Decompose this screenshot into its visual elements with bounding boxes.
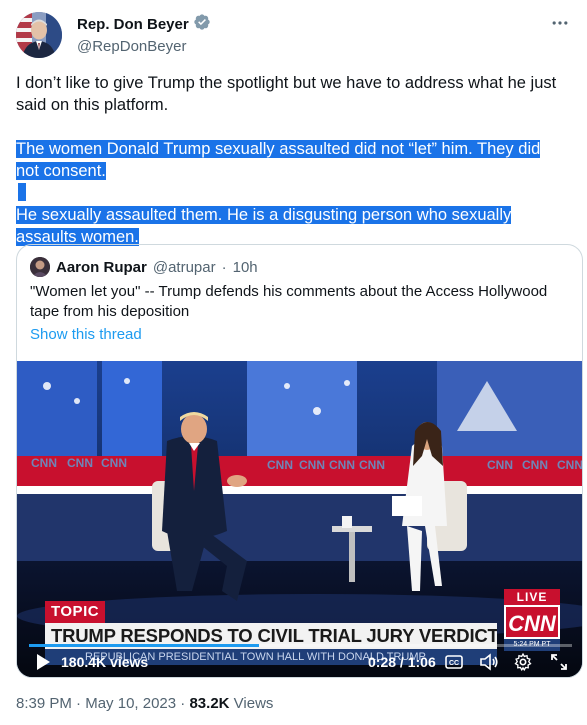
- tweet-paragraph-3: He sexually assaulted them. He is a disg…: [16, 204, 576, 248]
- selected-text-line: not consent.: [16, 162, 106, 180]
- captions-icon: CC: [445, 655, 463, 669]
- more-horizontal-icon: [552, 21, 568, 25]
- tweet-intro: I don’t like to give Trump the spotlight…: [16, 74, 557, 114]
- quote-author-avatar[interactable]: [30, 257, 50, 277]
- tweet-text: I don’t like to give Trump the spotlight…: [16, 72, 576, 248]
- tweet-views-count[interactable]: 83.2K: [189, 695, 229, 712]
- svg-text:CNN: CNN: [31, 456, 57, 470]
- author-handle[interactable]: @RepDonBeyer: [77, 37, 211, 57]
- svg-text:CNN: CNN: [267, 458, 293, 472]
- svg-text:CNN: CNN: [101, 456, 127, 470]
- time-total: 1:06: [407, 654, 436, 670]
- tweet-date[interactable]: May 10, 2023: [85, 695, 176, 712]
- tweet-views-label: Views: [233, 695, 274, 712]
- svg-text:CNN: CNN: [329, 458, 355, 472]
- quote-text: "Women let you" -- Trump defends his com…: [30, 283, 548, 320]
- network-logo: CNN: [504, 605, 560, 639]
- svg-text:CNN: CNN: [359, 458, 385, 472]
- svg-text:CNN: CNN: [487, 458, 513, 472]
- quoted-tweet[interactable]: Aaron Rupar @atrupar · 10h "Women let yo…: [16, 244, 583, 678]
- selected-text-line: He sexually assaulted them. He is a disg…: [16, 206, 512, 224]
- captions-button[interactable]: CC: [443, 649, 465, 675]
- volume-icon: [480, 653, 498, 671]
- live-label: LIVE: [504, 589, 560, 605]
- fullscreen-button[interactable]: [548, 649, 570, 675]
- verified-badge-icon: [193, 13, 211, 36]
- quote-author-handle[interactable]: @atrupar: [153, 259, 216, 276]
- play-icon: [37, 654, 50, 670]
- meta-dot: ·: [71, 695, 86, 712]
- svg-text:CNN: CNN: [299, 458, 325, 472]
- video-controls: 180.4K views 0:28 / 1:06 CC: [17, 647, 582, 677]
- more-options-button[interactable]: [549, 12, 571, 34]
- video-player[interactable]: CNN CNN CNN CNN CNN CNN CNN CNN CNN CNN: [17, 361, 583, 677]
- settings-button[interactable]: [512, 649, 534, 675]
- settings-icon: [514, 652, 532, 672]
- video-view-count: 180.4K views: [61, 654, 149, 670]
- chyron-topic: TOPIC: [45, 601, 106, 623]
- svg-text:CNN: CNN: [557, 458, 583, 472]
- svg-text:CNN: CNN: [522, 458, 548, 472]
- svg-text:CC: CC: [449, 660, 459, 667]
- author-display-name[interactable]: Rep. Don Beyer: [77, 15, 189, 35]
- time-current: 0:28: [368, 654, 397, 670]
- video-timecode: 0:28 / 1:06: [368, 652, 436, 672]
- quote-author-name[interactable]: Aaron Rupar: [56, 259, 147, 276]
- tweet-paragraph-2: The women Donald Trump sexually assaulte…: [16, 138, 576, 182]
- tweet-header: Rep. Don Beyer @RepDonBeyer: [16, 12, 571, 58]
- volume-button[interactable]: [478, 649, 500, 675]
- svg-text:CNN: CNN: [67, 456, 93, 470]
- quote-age[interactable]: 10h: [233, 259, 258, 276]
- network-bug: LIVE CNN 5:24 PM PT: [504, 589, 560, 651]
- play-button[interactable]: [31, 649, 55, 675]
- quote-separator: ·: [221, 258, 227, 276]
- meta-dot: ·: [176, 695, 190, 712]
- show-thread-link[interactable]: Show this thread: [30, 326, 142, 343]
- tweet-time[interactable]: 8:39 PM: [16, 695, 72, 712]
- selected-blank-line: [18, 183, 26, 201]
- author-avatar[interactable]: [16, 12, 62, 58]
- time-separator: /: [396, 654, 408, 670]
- selected-text-line: The women Donald Trump sexually assaulte…: [16, 140, 541, 158]
- tweet-meta: 8:39 PM · May 10, 2023 · 83.2K Views: [16, 694, 273, 714]
- fullscreen-icon: [551, 654, 567, 670]
